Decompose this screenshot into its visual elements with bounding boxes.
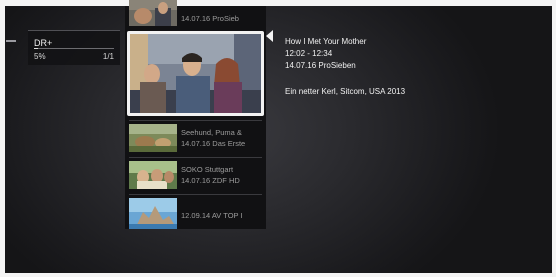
program-title: SOKO Stuttgart [181,165,234,174]
recording-title: DR+ [34,38,53,48]
program-date-channel: 14.07.16 ProSieb [181,14,239,23]
side-marker [6,40,16,42]
program-thumbnail [129,124,177,152]
selected-program-thumbnail [130,34,261,113]
detail-description: Ein netter Kerl, Sitcom, USA 2013 [285,87,406,96]
recording-info-panel: DR+ 5% 1/1 [28,30,120,65]
tv-bezel-right [552,0,556,277]
program-thumbnail [129,0,177,26]
program-detail-panel: How I Met Your Mother 12:02 - 12:34 14.0… [274,28,452,108]
program-thumbnail [129,198,177,229]
progress-bar-fill [34,48,38,49]
progress-bar [34,48,114,49]
detail-date-channel: 14.07.16 ProSieben [285,61,356,70]
page-indicator: 1/1 [102,52,114,61]
program-title: Seehund, Puma & [181,128,242,137]
divider [129,120,262,121]
program-date-channel: 14.07.16 Das Erste [181,139,246,148]
tv-bezel-left [0,0,5,277]
divider [129,157,262,158]
progress-percent: 5% [34,52,46,61]
detail-pointer [266,30,273,42]
detail-title: How I Met Your Mother [285,37,367,46]
program-thumbnail [129,161,177,189]
tv-bezel-bottom [0,273,556,277]
divider [129,194,262,195]
selected-program[interactable] [127,31,264,116]
program-date-channel: 14.07.16 ZDF HD [181,176,240,185]
detail-time: 12:02 - 12:34 [285,49,333,58]
tv-bezel-top [0,0,556,6]
program-date-channel: 12.09.14 AV TOP I [181,211,243,220]
